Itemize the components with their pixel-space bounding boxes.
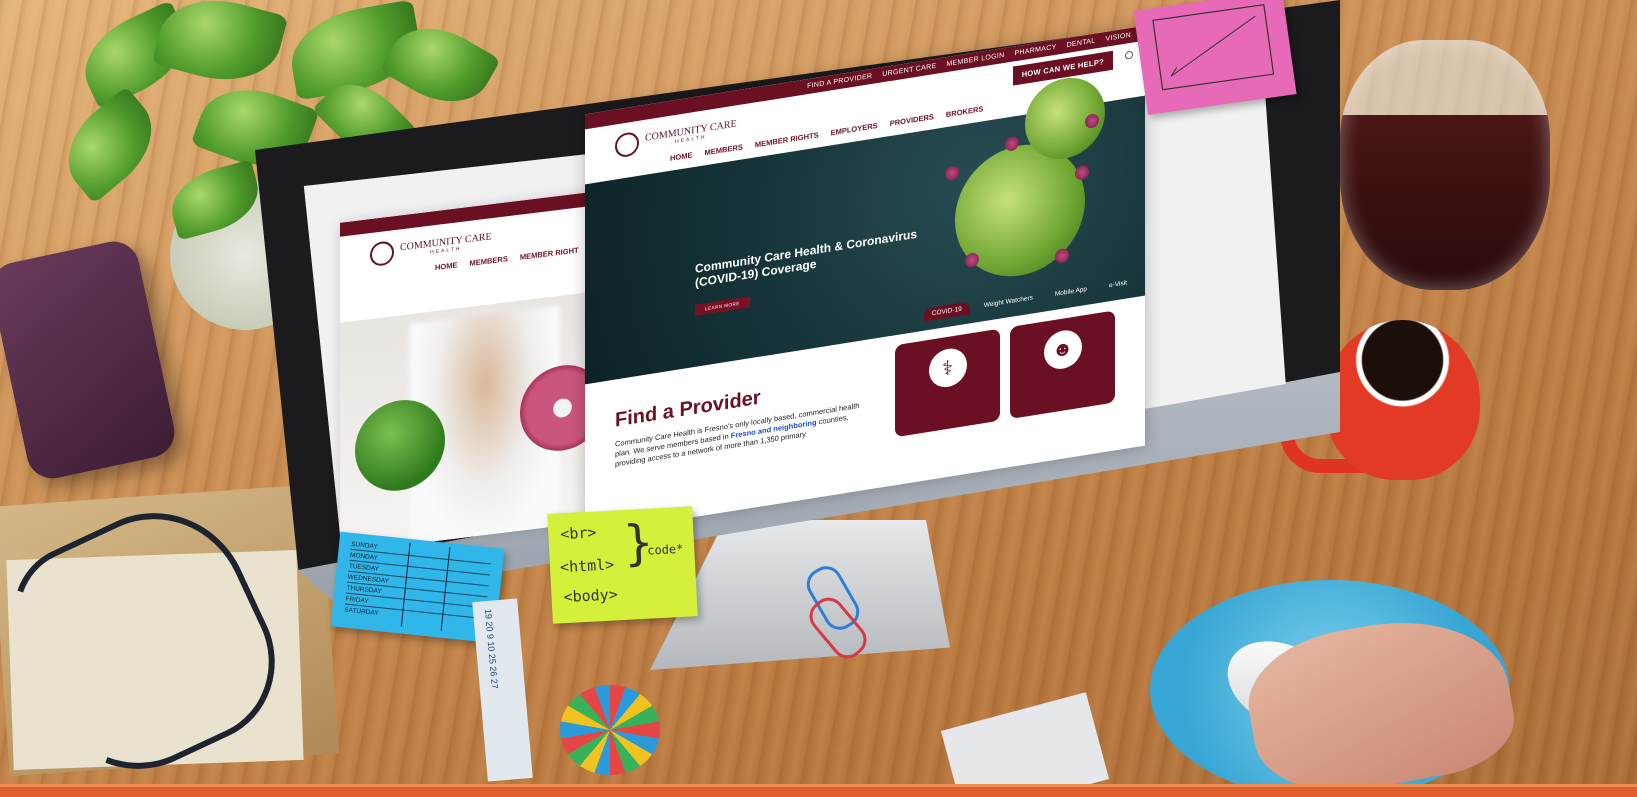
bottom-accent-strip — [0, 787, 1637, 797]
desk-scene: COMMUNITY CARE HEALTH HOME MEMBERS MEMBE… — [0, 0, 1637, 797]
rubber-band-ball — [560, 685, 660, 775]
nav-providers[interactable]: PROVIDERS — [890, 112, 934, 128]
utility-dental[interactable]: DENTAL — [1067, 37, 1096, 49]
leather-wallet — [0, 236, 180, 484]
nav-home[interactable]: HOME — [670, 150, 693, 163]
note-line-1: <br> — [559, 523, 597, 544]
doctor-icon: ☻ — [1043, 327, 1082, 372]
back-nav-members[interactable]: MEMBERS — [470, 254, 508, 268]
card-members[interactable]: ☻ — [1010, 310, 1115, 420]
tab-covid[interactable]: COVID-19 — [923, 301, 970, 322]
ruler: 19 20 9 10 25 26 27 — [472, 598, 533, 782]
card-providers[interactable]: ⚕ — [895, 328, 1000, 438]
red-coffee-mug — [1325, 320, 1480, 480]
learn-more-button[interactable]: LEARN MORE — [695, 296, 750, 316]
nav-brokers[interactable]: BROKERS — [946, 104, 984, 119]
website-front-page: FIND A PROVIDER URGENT CARE MEMBER LOGIN… — [585, 25, 1145, 535]
nav-employers[interactable]: EMPLOYERS — [831, 121, 878, 137]
keyboard-corner — [940, 692, 1110, 797]
yellow-sticky-note: <br> <html> <body> } code* — [547, 506, 698, 624]
stethoscope-icon: ⚕ — [928, 345, 967, 390]
hero-title: Community Care Health & Coronavirus (COV… — [695, 226, 918, 291]
utility-vision[interactable]: VISION — [1105, 32, 1131, 43]
tab-e-visit[interactable]: e-Visit — [1101, 275, 1135, 293]
tab-weight-watchers[interactable]: Weight Watchers — [976, 290, 1041, 313]
back-nav-member-rights[interactable]: MEMBER RIGHT — [520, 246, 579, 262]
note-code-tag: code* — [646, 541, 684, 558]
tab-mobile-app[interactable]: Mobile App — [1047, 282, 1095, 303]
nav-members[interactable]: MEMBERS — [705, 142, 743, 157]
ruler-marks: 19 20 9 10 25 26 27 — [482, 608, 500, 690]
note-line-3: <body> — [563, 585, 619, 607]
back-nav-home[interactable]: HOME — [435, 260, 458, 272]
coffee-jug — [1340, 40, 1550, 290]
note-line-2: <html> — [559, 555, 615, 577]
